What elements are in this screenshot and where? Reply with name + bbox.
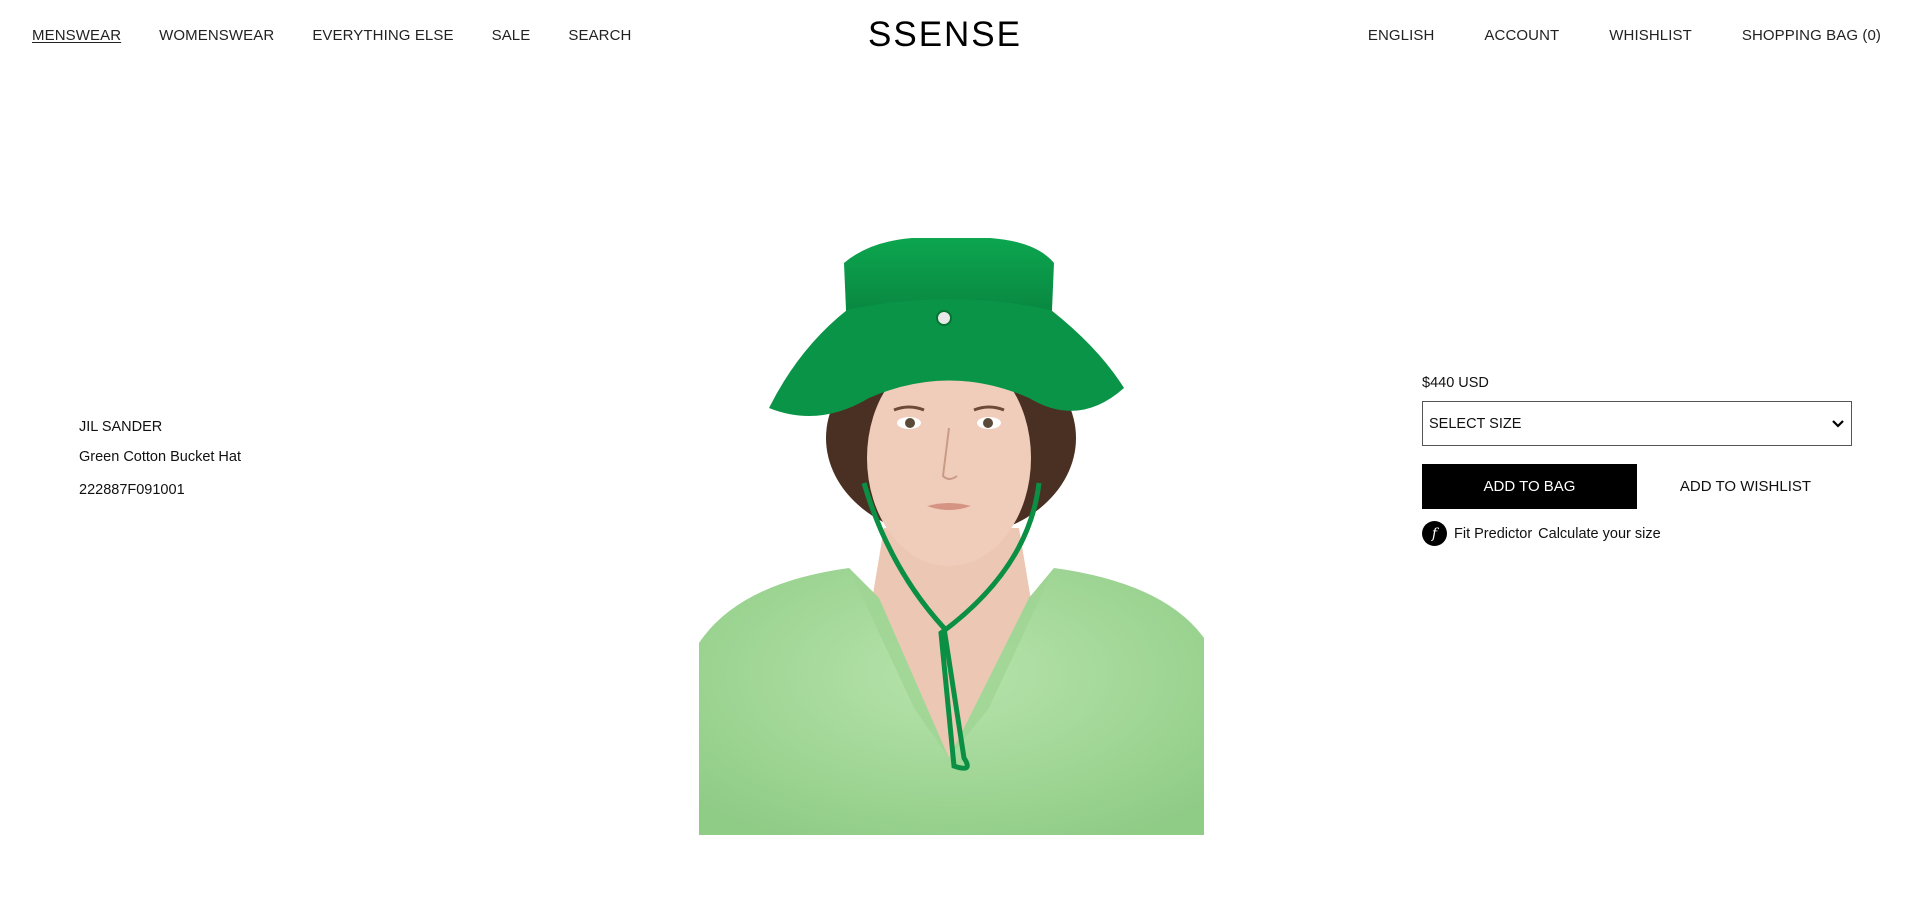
product-image[interactable] bbox=[699, 238, 1204, 835]
product-brand[interactable]: JIL SANDER bbox=[79, 418, 241, 436]
nav-wishlist[interactable]: WHISHLIST bbox=[1609, 27, 1692, 44]
product-sku: 222887F091001 bbox=[79, 482, 185, 498]
nav-account[interactable]: ACCOUNT bbox=[1484, 27, 1559, 44]
fit-predictor-label: Fit Predictor bbox=[1454, 525, 1533, 542]
fit-predictor-icon: f bbox=[1422, 521, 1447, 546]
calculate-size-link[interactable]: Calculate your size bbox=[1538, 526, 1661, 542]
product-price: $440 USD bbox=[1422, 375, 1489, 391]
product-page: MENSWEAR WOMENSWEAR EVERYTHING ELSE SALE… bbox=[0, 0, 1909, 914]
chevron-down-icon bbox=[1832, 419, 1844, 428]
add-to-wishlist-button[interactable]: ADD TO WISHLIST bbox=[1637, 478, 1854, 495]
product-info: JIL SANDER Green Cotton Bucket Hat 22288… bbox=[79, 418, 241, 511]
nav-language[interactable]: ENGLISH bbox=[1368, 27, 1435, 44]
account-nav: ENGLISH ACCOUNT WHISHLIST SHOPPING BAG (… bbox=[1318, 27, 1881, 44]
model-wearing-hat-image bbox=[699, 238, 1204, 835]
fit-predictor: f Fit Predictor Calculate your size bbox=[1422, 521, 1854, 546]
purchase-panel: $440 USD SELECT SIZE ADD TO BAG ADD TO W… bbox=[1422, 375, 1854, 546]
nav-shopping-bag[interactable]: SHOPPING BAG (0) bbox=[1742, 27, 1881, 44]
add-to-bag-button[interactable]: ADD TO BAG bbox=[1422, 464, 1637, 509]
size-select-label: SELECT SIZE bbox=[1429, 415, 1522, 432]
purchase-actions: ADD TO BAG ADD TO WISHLIST bbox=[1422, 464, 1854, 509]
size-select[interactable]: SELECT SIZE bbox=[1422, 401, 1852, 446]
product-name: Green Cotton Bucket Hat bbox=[79, 449, 241, 465]
